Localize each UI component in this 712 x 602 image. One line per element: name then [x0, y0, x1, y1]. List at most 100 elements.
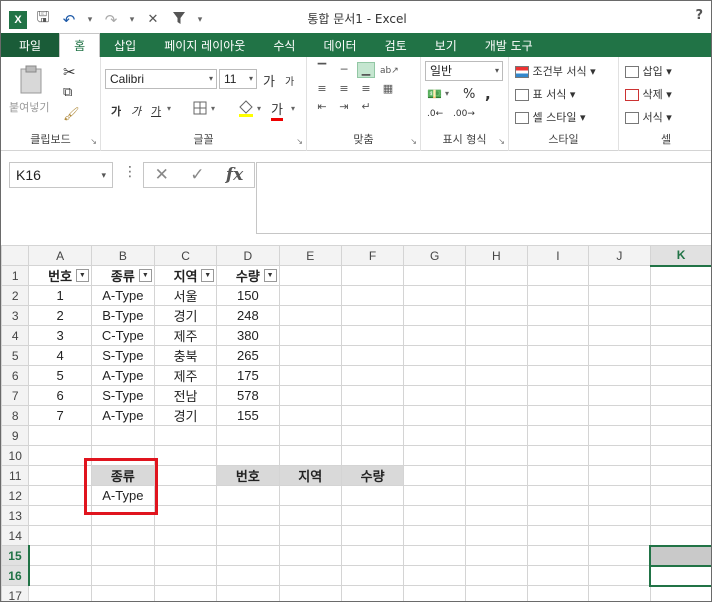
cell[interactable]: 경기 [153, 305, 218, 326]
alignment-launcher-icon[interactable]: ↘ [410, 137, 417, 146]
cell-styles-button[interactable]: 셀 스타일 ▾ [515, 109, 586, 125]
cell[interactable] [526, 385, 590, 406]
cell[interactable] [526, 345, 590, 366]
column-header-g[interactable]: G [403, 245, 466, 266]
cell[interactable]: 전남 [153, 385, 218, 406]
cell[interactable] [526, 505, 590, 526]
cell[interactable] [340, 565, 405, 586]
cell[interactable] [464, 365, 528, 386]
format-cells-button[interactable]: 서식 ▾ [625, 109, 672, 125]
formula-bar-grip-icon[interactable]: ⋮ [123, 164, 137, 180]
orientation-icon[interactable]: ab↗ [380, 64, 399, 78]
comma-button[interactable]: , [485, 85, 491, 103]
header-cell-number[interactable]: 번호 ▼ [28, 265, 92, 286]
cell[interactable] [526, 525, 590, 546]
cell[interactable] [340, 545, 405, 566]
tab-file[interactable]: 파일 [1, 33, 60, 57]
cell[interactable] [588, 325, 651, 346]
cancel-icon[interactable]: ✕ [155, 165, 169, 185]
criteria-header-cell[interactable]: 종류 [90, 465, 155, 486]
cell[interactable] [403, 425, 466, 446]
cell[interactable] [403, 545, 466, 566]
row-header[interactable]: 4 [1, 325, 30, 346]
cell[interactable] [340, 265, 405, 286]
header-cell-quantity[interactable]: 수량 ▼ [216, 265, 280, 286]
cell[interactable] [464, 305, 528, 326]
cell[interactable]: 충북 [153, 345, 218, 366]
cell[interactable] [28, 425, 92, 446]
cell[interactable] [153, 525, 218, 546]
cell[interactable]: 경기 [153, 405, 218, 426]
enter-icon[interactable]: ✓ [190, 165, 204, 185]
cell[interactable]: 제주 [153, 325, 218, 346]
cell[interactable] [464, 265, 528, 286]
cell[interactable] [649, 425, 711, 446]
copy-icon[interactable]: ⧉ [63, 85, 72, 100]
wrap-text-icon[interactable]: ↵ [358, 100, 374, 114]
row-header[interactable]: 3 [1, 305, 30, 326]
decrease-indent-icon[interactable]: ⇤ [314, 100, 330, 114]
format-painter-icon[interactable]: 🖌 [63, 107, 80, 122]
cell[interactable] [588, 585, 651, 601]
cell[interactable] [153, 585, 218, 601]
row-header[interactable]: 13 [1, 505, 30, 526]
cell[interactable] [278, 385, 342, 406]
cell[interactable] [649, 505, 711, 526]
row-header[interactable]: 16 [1, 565, 30, 586]
cell[interactable]: S-Type [90, 385, 155, 406]
cell[interactable] [340, 305, 405, 326]
insert-cells-button[interactable]: 삽입 ▾ [625, 63, 672, 79]
align-left-icon[interactable]: ≡ [314, 82, 330, 96]
cell[interactable] [28, 545, 92, 566]
cell[interactable] [278, 285, 342, 306]
cell[interactable] [588, 285, 651, 306]
cell[interactable] [649, 385, 711, 406]
cell[interactable] [153, 445, 218, 466]
cell[interactable] [464, 425, 528, 446]
cell[interactable] [526, 485, 590, 506]
cell[interactable] [588, 365, 651, 386]
cell[interactable] [216, 565, 280, 586]
row-header[interactable]: 11 [1, 465, 30, 486]
cell[interactable] [278, 425, 342, 446]
row-header[interactable]: 15 [1, 545, 30, 566]
cell[interactable] [464, 285, 528, 306]
active-cell-k16[interactable] [649, 565, 711, 587]
delete-cells-button[interactable]: 삭제 ▾ [625, 86, 672, 102]
cell[interactable] [588, 305, 651, 326]
cell[interactable]: 1 [28, 285, 92, 306]
chevron-down-icon[interactable]: ▾ [291, 104, 295, 113]
cell[interactable] [403, 325, 466, 346]
cell[interactable] [340, 525, 405, 546]
cell[interactable]: 6 [28, 385, 92, 406]
cell[interactable] [403, 565, 466, 586]
cell[interactable]: 150 [216, 285, 280, 306]
column-header-f[interactable]: F [340, 245, 405, 266]
cell[interactable] [649, 525, 711, 546]
column-header-j[interactable]: J [588, 245, 651, 266]
decrease-decimal-icon[interactable]: .00→ [453, 109, 475, 119]
italic-button[interactable]: 가 [131, 103, 141, 119]
column-header-e[interactable]: E [278, 245, 342, 266]
row-header[interactable]: 5 [1, 345, 30, 366]
cell[interactable] [403, 385, 466, 406]
tab-page-layout[interactable]: 페이지 레이아웃 [150, 33, 259, 57]
row-header[interactable]: 8 [1, 405, 30, 426]
cell[interactable]: 380 [216, 325, 280, 346]
row-header[interactable]: 12 [1, 485, 30, 506]
cell[interactable] [90, 565, 155, 586]
cell[interactable] [403, 445, 466, 466]
column-header-k[interactable]: K [649, 245, 711, 267]
cell[interactable] [28, 465, 92, 486]
header-cell-type[interactable]: 종류 ▼ [90, 265, 155, 286]
cell[interactable] [340, 285, 405, 306]
tab-formulas[interactable]: 수식 [259, 33, 309, 57]
chevron-down-icon[interactable]: ▾ [257, 104, 261, 113]
cell[interactable]: 제주 [153, 365, 218, 386]
cell[interactable]: A-Type [90, 365, 155, 386]
cell[interactable]: 2 [28, 305, 92, 326]
cell[interactable] [403, 405, 466, 426]
cell[interactable] [526, 565, 590, 586]
increase-indent-icon[interactable]: ⇥ [336, 100, 352, 114]
cell[interactable] [526, 405, 590, 426]
